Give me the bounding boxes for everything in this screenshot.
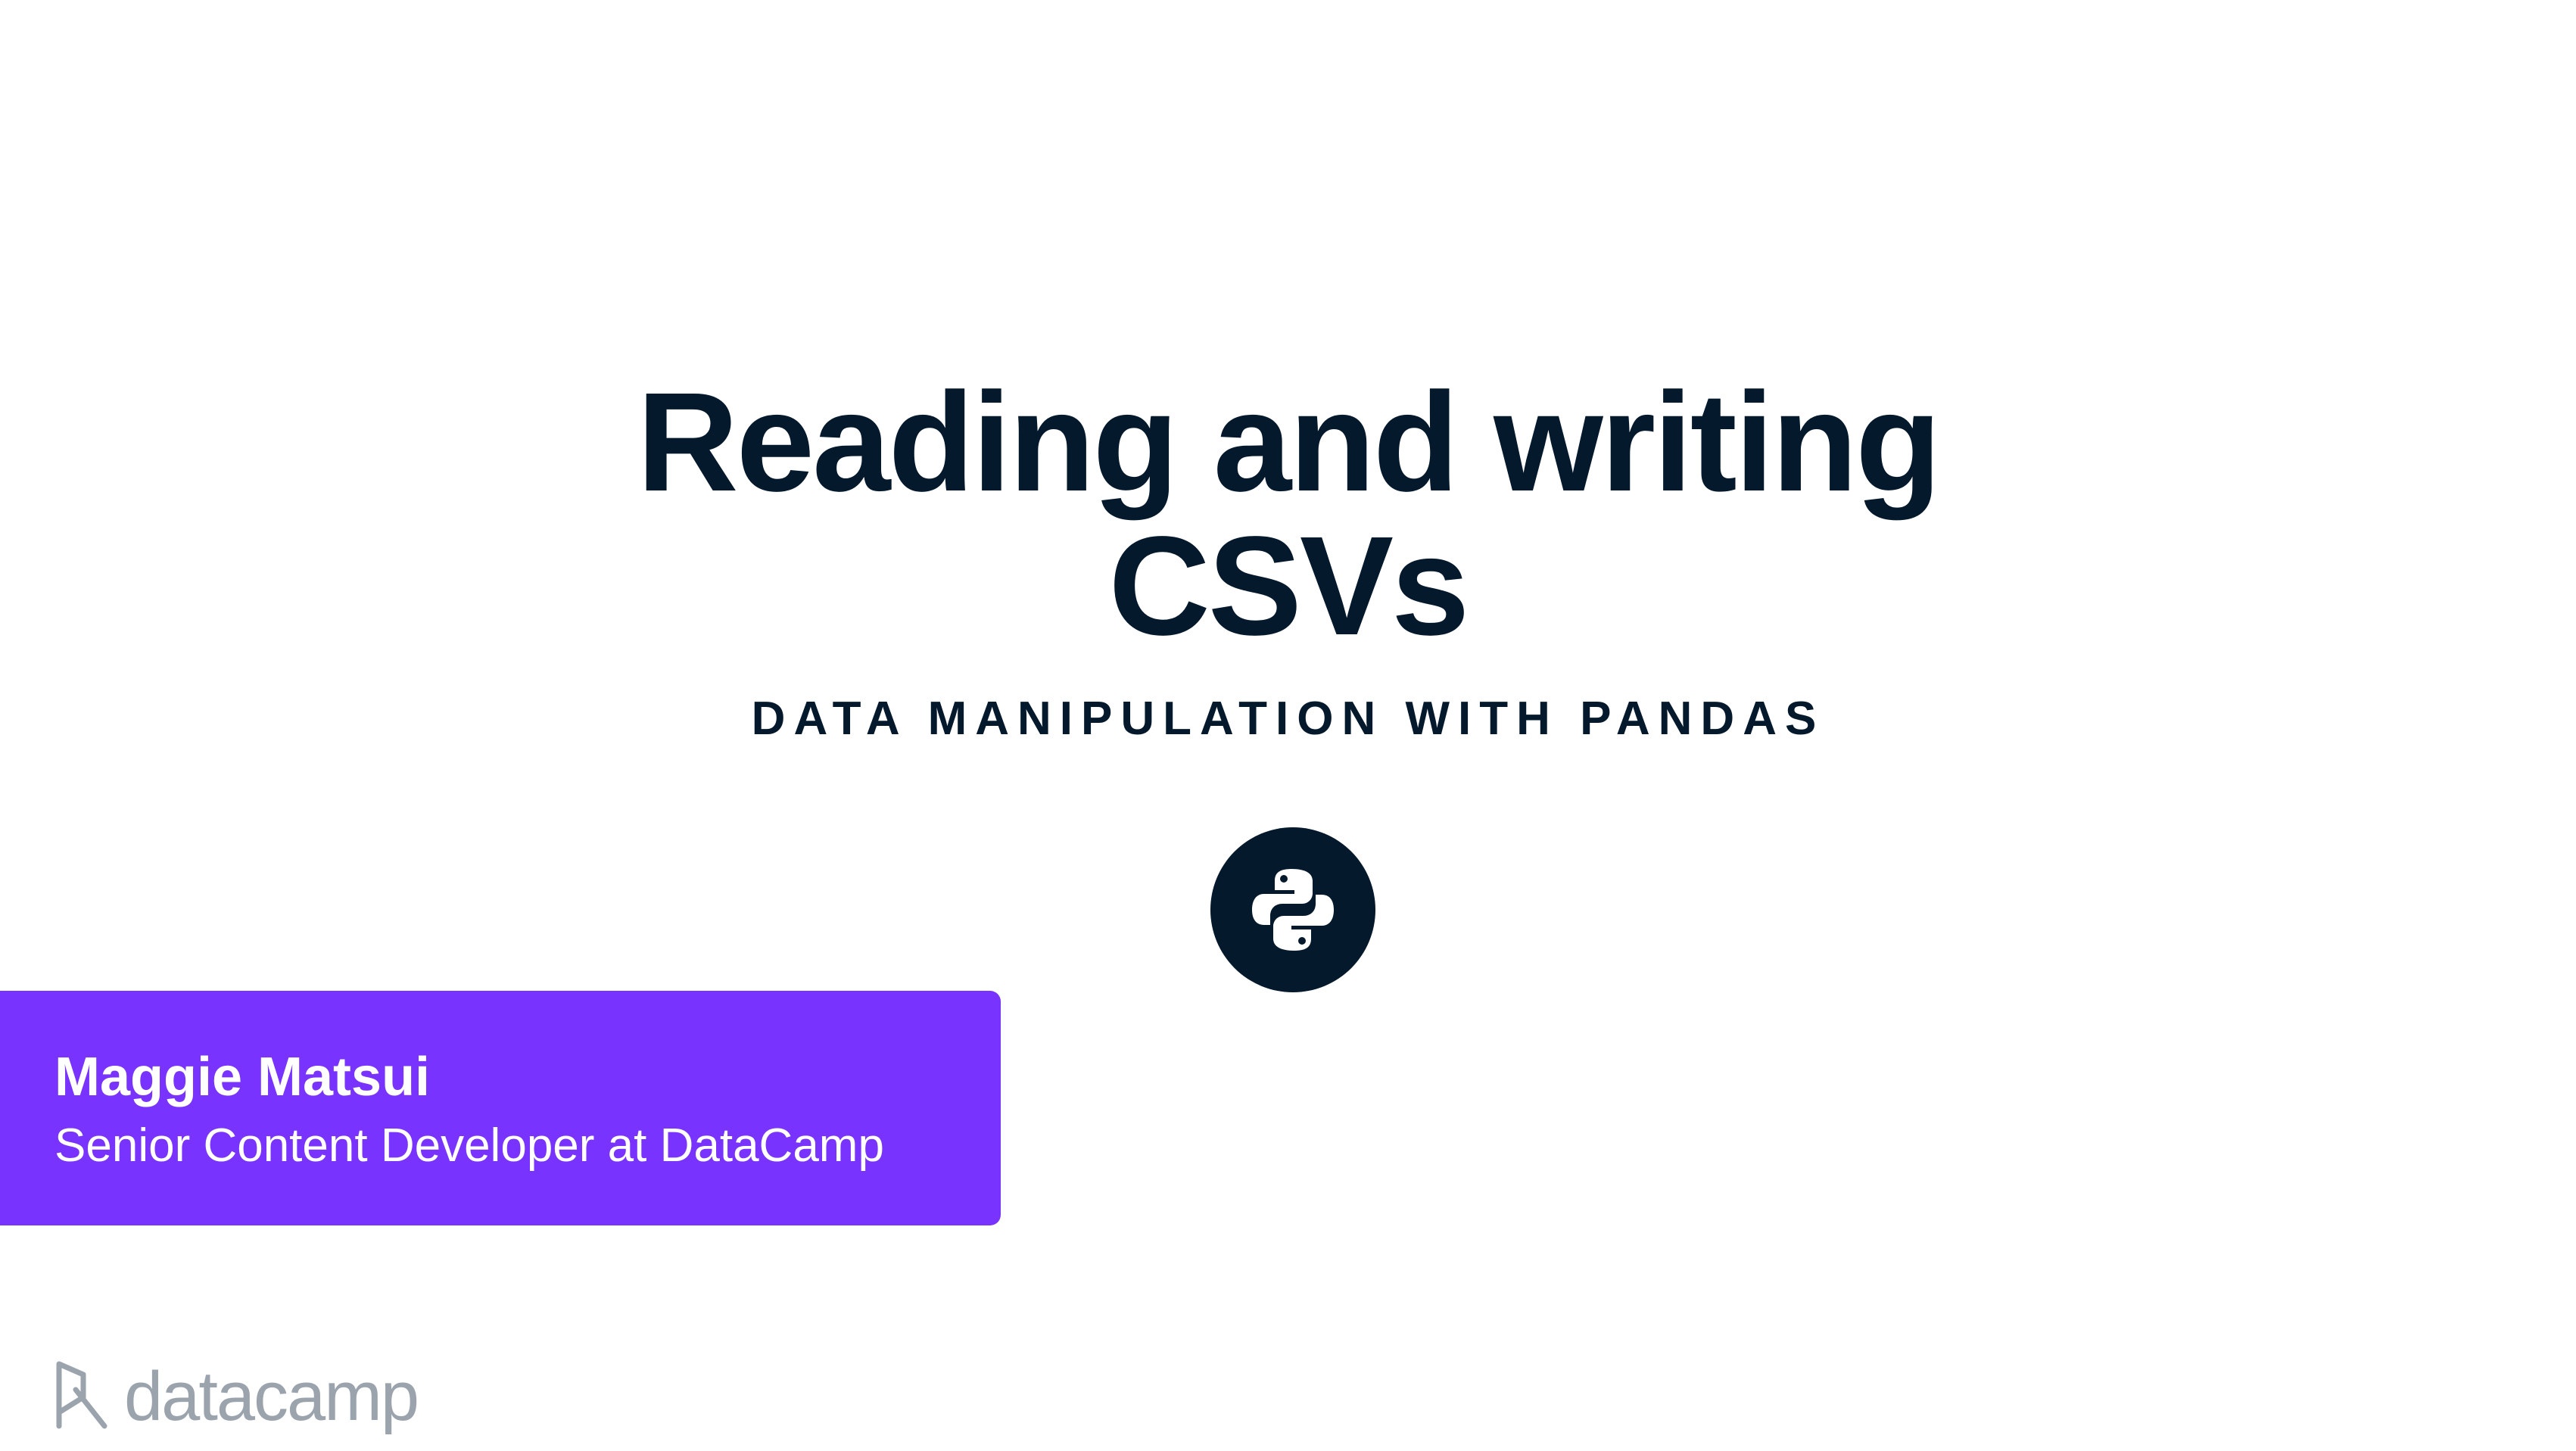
slide-title: Reading and writing CSVs	[0, 371, 2576, 659]
instructor-role: Senior Content Developer at DataCamp	[55, 1119, 884, 1172]
instructor-card: Maggie Matsui Senior Content Developer a…	[0, 991, 1001, 1225]
instructor-name: Maggie Matsui	[55, 1047, 431, 1107]
slide-title-line-1: Reading and writing	[637, 364, 1941, 521]
course-name: DATA MANIPULATION WITH PANDAS	[751, 693, 1825, 745]
python-badge	[1210, 827, 1375, 992]
datacamp-wordmark: datacamp	[124, 1358, 419, 1435]
datacamp-logo: datacamp	[53, 1355, 447, 1438]
python-logo-icon	[1252, 869, 1334, 951]
slide-title-line-2: CSVs	[1108, 508, 1470, 665]
datacamp-logo-icon	[56, 1361, 107, 1429]
